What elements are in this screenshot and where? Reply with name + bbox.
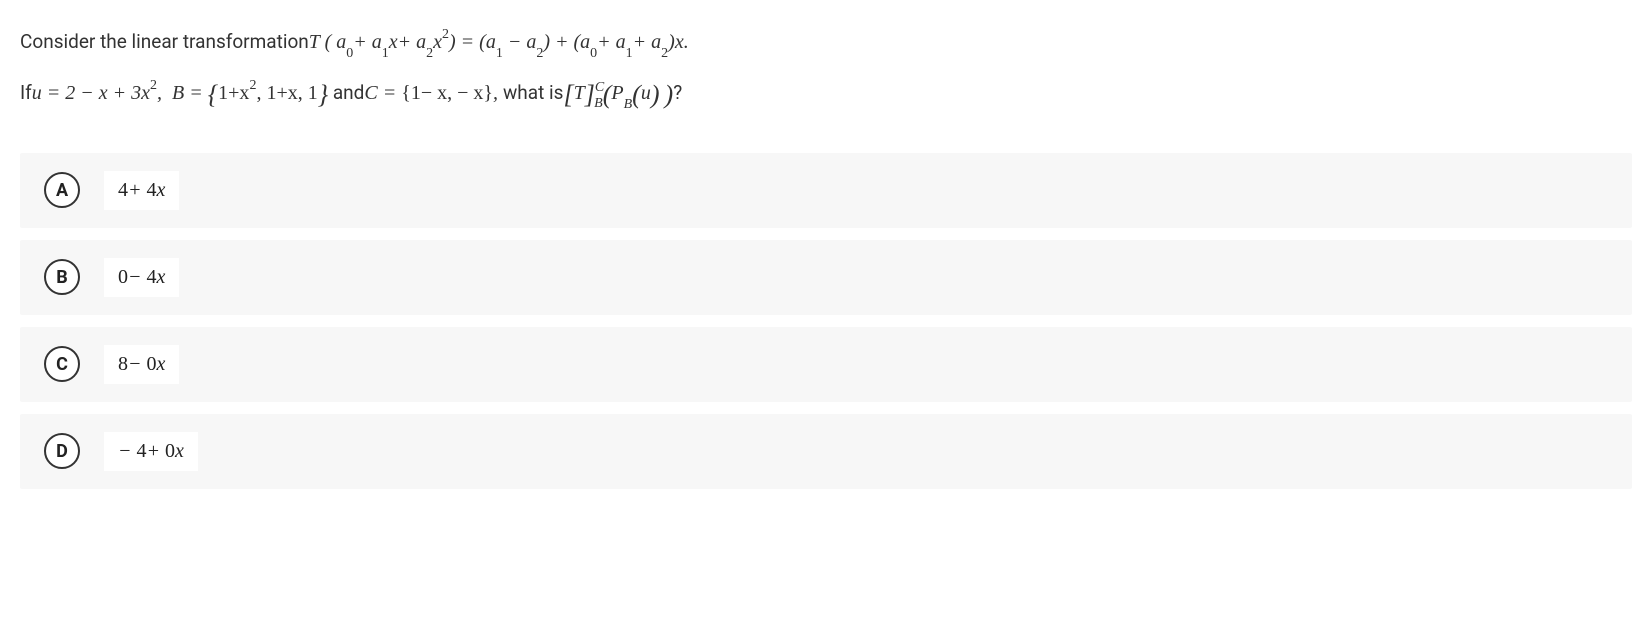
problem-statement: Consider the linear transformationT ( a0… — [20, 20, 1632, 123]
option-letter-d: D — [44, 433, 80, 469]
mid-text-2: what is — [503, 81, 563, 104]
prefix-text-2: If — [20, 81, 32, 104]
option-letter-c: C — [44, 346, 80, 382]
prefix-text-1: Consider the linear transformation — [20, 30, 309, 53]
answer-option-b[interactable]: B 0− 4x — [20, 240, 1632, 315]
mid-text-1: and — [333, 81, 365, 104]
answer-options-list: A 4+ 4x B 0− 4x C 8− 0x D − 4+ 0x — [20, 153, 1632, 489]
option-content-c: 8− 0x — [104, 345, 179, 384]
option-content-b: 0− 4x — [104, 258, 179, 297]
problem-line-1: Consider the linear transformationT ( a0… — [20, 20, 1632, 66]
problem-line-2: Ifu = 2 − x + 3x2, B = {1+x2, 1+x, 1} an… — [20, 66, 1632, 123]
option-letter-b: B — [44, 259, 80, 295]
answer-option-d[interactable]: D − 4+ 0x — [20, 414, 1632, 489]
answer-option-a[interactable]: A 4+ 4x — [20, 153, 1632, 228]
answer-option-c[interactable]: C 8− 0x — [20, 327, 1632, 402]
option-content-a: 4+ 4x — [104, 171, 179, 210]
option-content-d: − 4+ 0x — [104, 432, 198, 471]
option-letter-a: A — [44, 172, 80, 208]
